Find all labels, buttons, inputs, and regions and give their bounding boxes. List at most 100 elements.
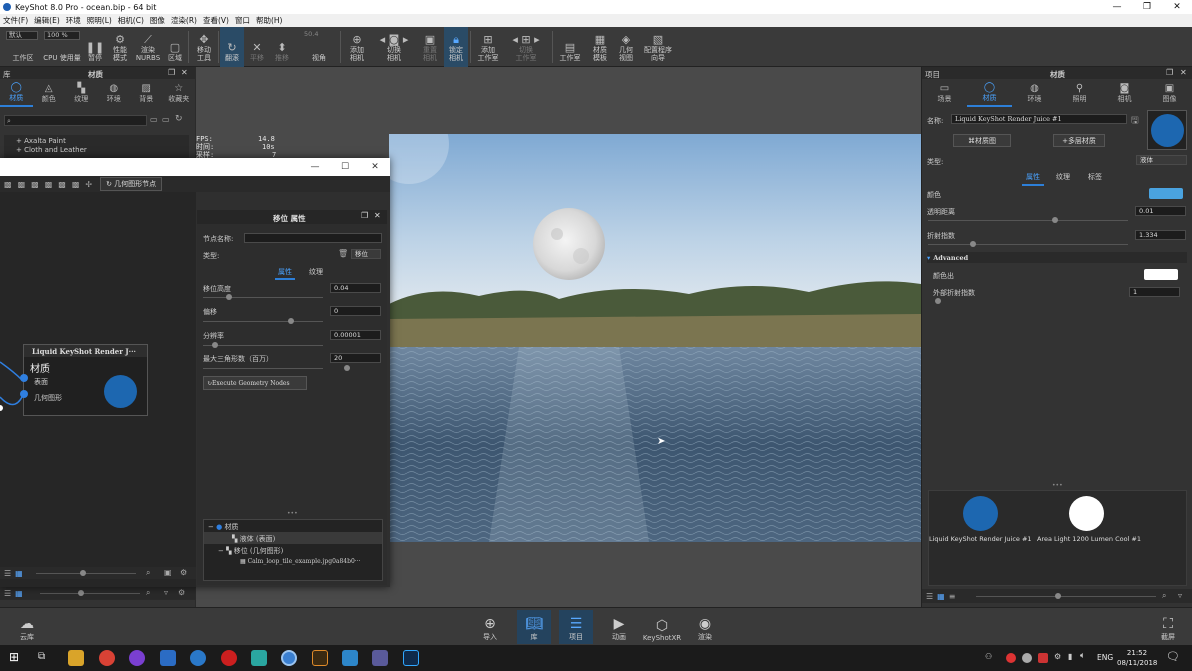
offset-input[interactable]: 0 bbox=[330, 306, 381, 316]
resize-handle[interactable]: ••• bbox=[287, 510, 298, 517]
people-icon[interactable]: ⚇ bbox=[985, 652, 992, 661]
multi-material-button[interactable]: + 多层材质 bbox=[1053, 134, 1105, 147]
menu-lighting[interactable]: 照明(L) bbox=[87, 15, 112, 26]
slider-knob[interactable] bbox=[935, 298, 941, 304]
node-graph-canvas[interactable]: Liquid KeyShot Render J··· 材质 表面 几何图形 ☰ … bbox=[0, 192, 196, 587]
tree-view-icon[interactable]: ≡ bbox=[949, 592, 956, 601]
tab-textures[interactable]: 纹理 bbox=[1056, 172, 1070, 182]
settings-icon[interactable]: ⚙ bbox=[178, 588, 185, 597]
folder-add-icon[interactable]: ▭ bbox=[162, 115, 170, 124]
material-graph-button[interactable]: ⌘ 材质图 bbox=[953, 134, 1011, 147]
illustrator-icon[interactable] bbox=[312, 650, 328, 666]
graph-maximize-button[interactable]: ☐ bbox=[330, 158, 360, 176]
keyshotxr-button[interactable]: ⬡ KeyShotXR bbox=[643, 610, 681, 644]
tab-material[interactable]: ◯ 材质 bbox=[967, 79, 1012, 107]
type-select[interactable]: 移位 bbox=[351, 249, 381, 259]
tab-materials[interactable]: ◯ 材质 bbox=[0, 79, 33, 107]
graph-zoom-slider[interactable] bbox=[36, 573, 136, 574]
material-thumbnail-ball[interactable] bbox=[963, 496, 998, 531]
graph-tool-icon[interactable]: ▩ bbox=[18, 180, 26, 189]
execute-geometry-nodes-button[interactable]: ↻ Execute Geometry Nodes bbox=[203, 376, 307, 390]
color-swatch[interactable] bbox=[1149, 188, 1183, 199]
offset-slider[interactable] bbox=[203, 321, 323, 322]
graph-tool-icon[interactable]: ▩ bbox=[58, 180, 66, 189]
slider-knob[interactable] bbox=[212, 342, 218, 348]
material-template-button[interactable]: ▦ 材质 模板 bbox=[588, 27, 612, 67]
transparency-input[interactable]: 0.01 bbox=[1135, 206, 1186, 216]
studio-button[interactable]: ▤ 工作室 bbox=[556, 27, 584, 67]
tab-scene[interactable]: ▭ 场景 bbox=[922, 79, 967, 107]
resolution-slider[interactable] bbox=[203, 345, 323, 346]
slider-knob[interactable] bbox=[344, 365, 350, 371]
grid-view-icon[interactable]: ▦ bbox=[15, 589, 23, 598]
windows-start-icon[interactable]: ⊞ bbox=[9, 650, 19, 664]
float-icon[interactable]: ❐ bbox=[361, 211, 368, 220]
slider-knob[interactable] bbox=[1055, 593, 1061, 599]
tab-textures[interactable]: ▚ 纹理 bbox=[65, 79, 98, 107]
graph-tool-icon[interactable]: ▩ bbox=[31, 180, 39, 189]
project-button[interactable]: ☰ 项目 bbox=[559, 610, 593, 644]
network-app-icon[interactable] bbox=[372, 650, 388, 666]
tab-attributes[interactable]: 属性 bbox=[275, 267, 295, 280]
node-name-input[interactable] bbox=[244, 233, 382, 243]
list-view-icon[interactable]: ☰ bbox=[926, 592, 933, 601]
view-angle-button[interactable]: 视角 bbox=[302, 27, 336, 67]
network-icon[interactable]: ▮ bbox=[1068, 652, 1072, 661]
add-camera-button[interactable]: ⊕ 添加 相机 bbox=[344, 27, 370, 67]
folder-icon[interactable]: ▭ bbox=[150, 115, 158, 124]
menu-camera[interactable]: 相机(C) bbox=[118, 15, 144, 26]
material-thumbnail-label[interactable]: Liquid KeyShot Render Juice #1 bbox=[929, 535, 1032, 543]
keyshot-taskbar-icon[interactable] bbox=[281, 650, 297, 666]
material-node[interactable]: Liquid KeyShot Render J··· 材质 表面 几何图形 bbox=[20, 344, 148, 416]
tab-lighting[interactable]: ⚲ 照明 bbox=[1057, 79, 1102, 107]
filter-icon[interactable]: ▿ bbox=[164, 588, 168, 597]
cloud-library-button[interactable]: ☁ 云库 bbox=[10, 610, 44, 644]
tab-environments[interactable]: ◍ 环境 bbox=[98, 79, 131, 107]
add-studio-button[interactable]: ⊞ 添加 工作室 bbox=[474, 27, 502, 67]
tab-labels[interactable]: 标签 bbox=[1088, 172, 1102, 182]
node-tree-item[interactable]: ▦ Calm_loop_tile_example.jpg0a84b0··· bbox=[204, 556, 382, 565]
zoom-icon[interactable]: ⌕ bbox=[1162, 591, 1166, 601]
height-slider[interactable] bbox=[203, 297, 323, 298]
ior-input[interactable]: 1.334 bbox=[1135, 230, 1186, 240]
light-thumbnail-label[interactable]: Area Light 1200 Lumen Cool #1 bbox=[1037, 535, 1141, 543]
switch-camera-button[interactable]: ◂ ◙ ▸ 切换 相机 bbox=[378, 27, 410, 67]
dolly-button[interactable]: ⬍ 推移 bbox=[270, 27, 294, 67]
node-tree-item[interactable]: − ▚ 移位 (几何图形) bbox=[204, 544, 382, 556]
panel-close-icon[interactable]: ✕ bbox=[1180, 68, 1187, 77]
tab-textures[interactable]: 纹理 bbox=[309, 267, 323, 277]
resolution-input[interactable]: 0.00001 bbox=[330, 330, 381, 340]
transparency-slider[interactable] bbox=[928, 220, 1128, 221]
color-out-swatch[interactable] bbox=[1144, 269, 1178, 280]
refresh-icon[interactable]: ↻ bbox=[175, 114, 183, 124]
material-graph-titlebar[interactable]: — ☐ ✕ bbox=[0, 158, 390, 176]
tree-item[interactable]: + Cloth and Leather bbox=[4, 145, 189, 154]
tree-item[interactable]: + Axalta Paint bbox=[4, 135, 189, 145]
pause-button[interactable]: ❚❚ 暂停 bbox=[84, 27, 106, 67]
render-button[interactable]: ◉ 渲染 bbox=[688, 610, 722, 644]
mail-icon[interactable] bbox=[160, 650, 176, 666]
render-nurbs-button[interactable]: ⟋ 渲染 NURBS bbox=[134, 27, 162, 67]
zoom-icon[interactable]: ⌕ bbox=[146, 568, 150, 578]
tray-app-icon[interactable]: ⚙ bbox=[1054, 652, 1061, 661]
tab-environment[interactable]: ◍ 环境 bbox=[1012, 79, 1057, 107]
outside-ior-input[interactable]: 1 bbox=[1129, 287, 1180, 297]
menu-help[interactable]: 帮助(H) bbox=[256, 15, 283, 26]
animation-button[interactable]: ▶ 动画 bbox=[602, 610, 636, 644]
menu-environment[interactable]: 环境 bbox=[66, 15, 81, 26]
thumbnail-size-slider[interactable] bbox=[40, 593, 140, 594]
menu-file[interactable]: 文件(F) bbox=[3, 15, 28, 26]
menu-image[interactable]: 图像 bbox=[150, 15, 165, 26]
settings-icon[interactable]: ⚙ bbox=[180, 568, 187, 577]
tray-app-icon[interactable] bbox=[1006, 653, 1016, 663]
maximize-button[interactable]: ❐ bbox=[1132, 0, 1162, 14]
slider-knob[interactable] bbox=[1052, 217, 1058, 223]
import-button[interactable]: ⊕ 导入 bbox=[473, 610, 507, 644]
move-tool-button[interactable]: ✥ 移动 工具 bbox=[192, 27, 216, 67]
float-icon[interactable]: ❐ bbox=[1166, 68, 1173, 77]
slider-knob[interactable] bbox=[226, 294, 232, 300]
max-triangles-slider[interactable] bbox=[203, 368, 323, 369]
fit-icon[interactable]: ▣ bbox=[164, 568, 172, 577]
geometry-port[interactable] bbox=[20, 390, 28, 398]
task-view-icon[interactable]: ⧉ bbox=[38, 651, 45, 662]
